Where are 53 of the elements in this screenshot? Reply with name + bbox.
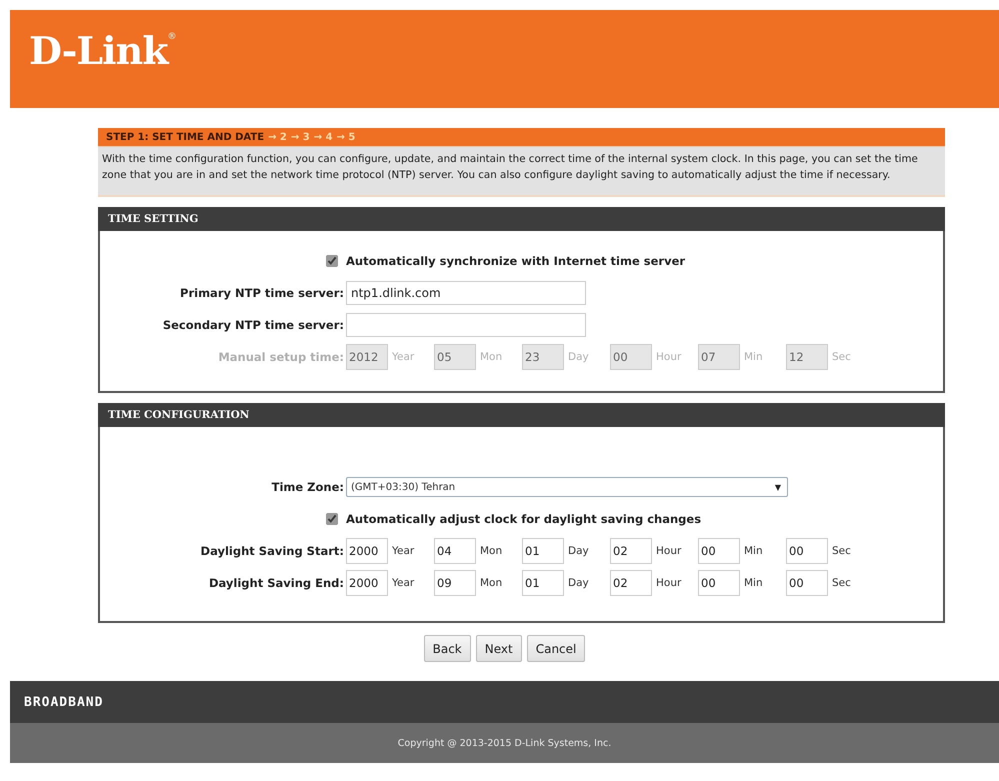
unit-label: Hour bbox=[655, 577, 682, 589]
wizard-button[interactable]: Cancel bbox=[526, 635, 586, 662]
checkbox-label: Automatically synchronize with Internet time server bbox=[346, 254, 686, 268]
wizard-button[interactable]: Next bbox=[476, 635, 522, 662]
input-field[interactable]: 09 bbox=[434, 570, 476, 596]
unit-label: Hour bbox=[655, 545, 682, 557]
input-field[interactable]: 02 bbox=[610, 538, 652, 564]
wizard-button[interactable]: Back bbox=[424, 635, 471, 662]
copyright-text: Copyright @ 2013-2015 D-Link Systems, Inc. bbox=[398, 738, 612, 748]
unit-label: Hour bbox=[655, 351, 682, 363]
unit-label: Min bbox=[743, 545, 764, 557]
input-field[interactable]: 00 bbox=[698, 570, 740, 596]
dropdown[interactable]: (GMT+03:30) Tehran ▼ bbox=[346, 477, 788, 497]
input-field[interactable]: 00 bbox=[698, 538, 740, 564]
logo: D-Link$^{®}$ bbox=[29, 28, 176, 73]
unit-label: Day bbox=[567, 577, 590, 589]
unit-label: Mon bbox=[479, 351, 504, 363]
unit-label: Year bbox=[391, 545, 416, 557]
unit-label: Mon bbox=[479, 577, 504, 589]
unit-label: Min bbox=[743, 351, 764, 363]
checkbox[interactable] bbox=[326, 513, 338, 525]
unit-label: Min bbox=[743, 577, 764, 589]
unit-label: Mon bbox=[479, 545, 504, 557]
description: With the time configuration function, you can configure, update, and maintain the correct time of the internal system clock. In this page, you can set the time zone that you are in and set the network time protocol (NTP) server. You can also configure daylight saving to automatically adjust the time if necessary. bbox=[98, 147, 945, 197]
field-label: Primary NTP time server: bbox=[179, 286, 345, 300]
input-field[interactable] bbox=[346, 313, 586, 337]
unit-label: Day bbox=[567, 351, 590, 363]
section-header: TIME SETTING bbox=[98, 207, 945, 231]
input-field[interactable]: ntp1.dlink.com bbox=[346, 281, 586, 305]
unit-label: Day bbox=[567, 545, 590, 557]
section-header: TIME CONFIGURATION bbox=[98, 403, 945, 427]
checkbox[interactable] bbox=[326, 255, 338, 267]
field-label: Manual setup time: bbox=[217, 350, 345, 364]
input-field[interactable]: 2000 bbox=[346, 570, 388, 596]
field-label: Secondary NTP time server: bbox=[162, 318, 345, 332]
input-field[interactable]: 04 bbox=[434, 538, 476, 564]
input-field[interactable]: 00 bbox=[786, 570, 828, 596]
unit-label: Year bbox=[391, 577, 416, 589]
brand-text: BROADBAND bbox=[24, 694, 104, 710]
step-title: STEP 1: SET TIME AND DATE bbox=[106, 132, 264, 142]
field-label: Daylight Saving End: bbox=[208, 576, 345, 590]
input-field[interactable]: 2000 bbox=[346, 538, 388, 564]
field-label: Time Zone: bbox=[270, 480, 345, 494]
input-field[interactable]: 00 bbox=[786, 538, 828, 564]
unit-label: Sec bbox=[831, 577, 852, 589]
input-field[interactable]: 02 bbox=[610, 570, 652, 596]
input-field[interactable]: 01 bbox=[522, 570, 564, 596]
unit-label: Sec bbox=[831, 545, 852, 557]
checkbox-label: Automatically adjust clock for daylight saving changes bbox=[346, 512, 702, 526]
unit-label: Sec bbox=[831, 351, 852, 363]
field-label: Daylight Saving Start: bbox=[200, 544, 345, 558]
input-field[interactable]: 01 bbox=[522, 538, 564, 564]
unit-label: Year bbox=[391, 351, 416, 363]
